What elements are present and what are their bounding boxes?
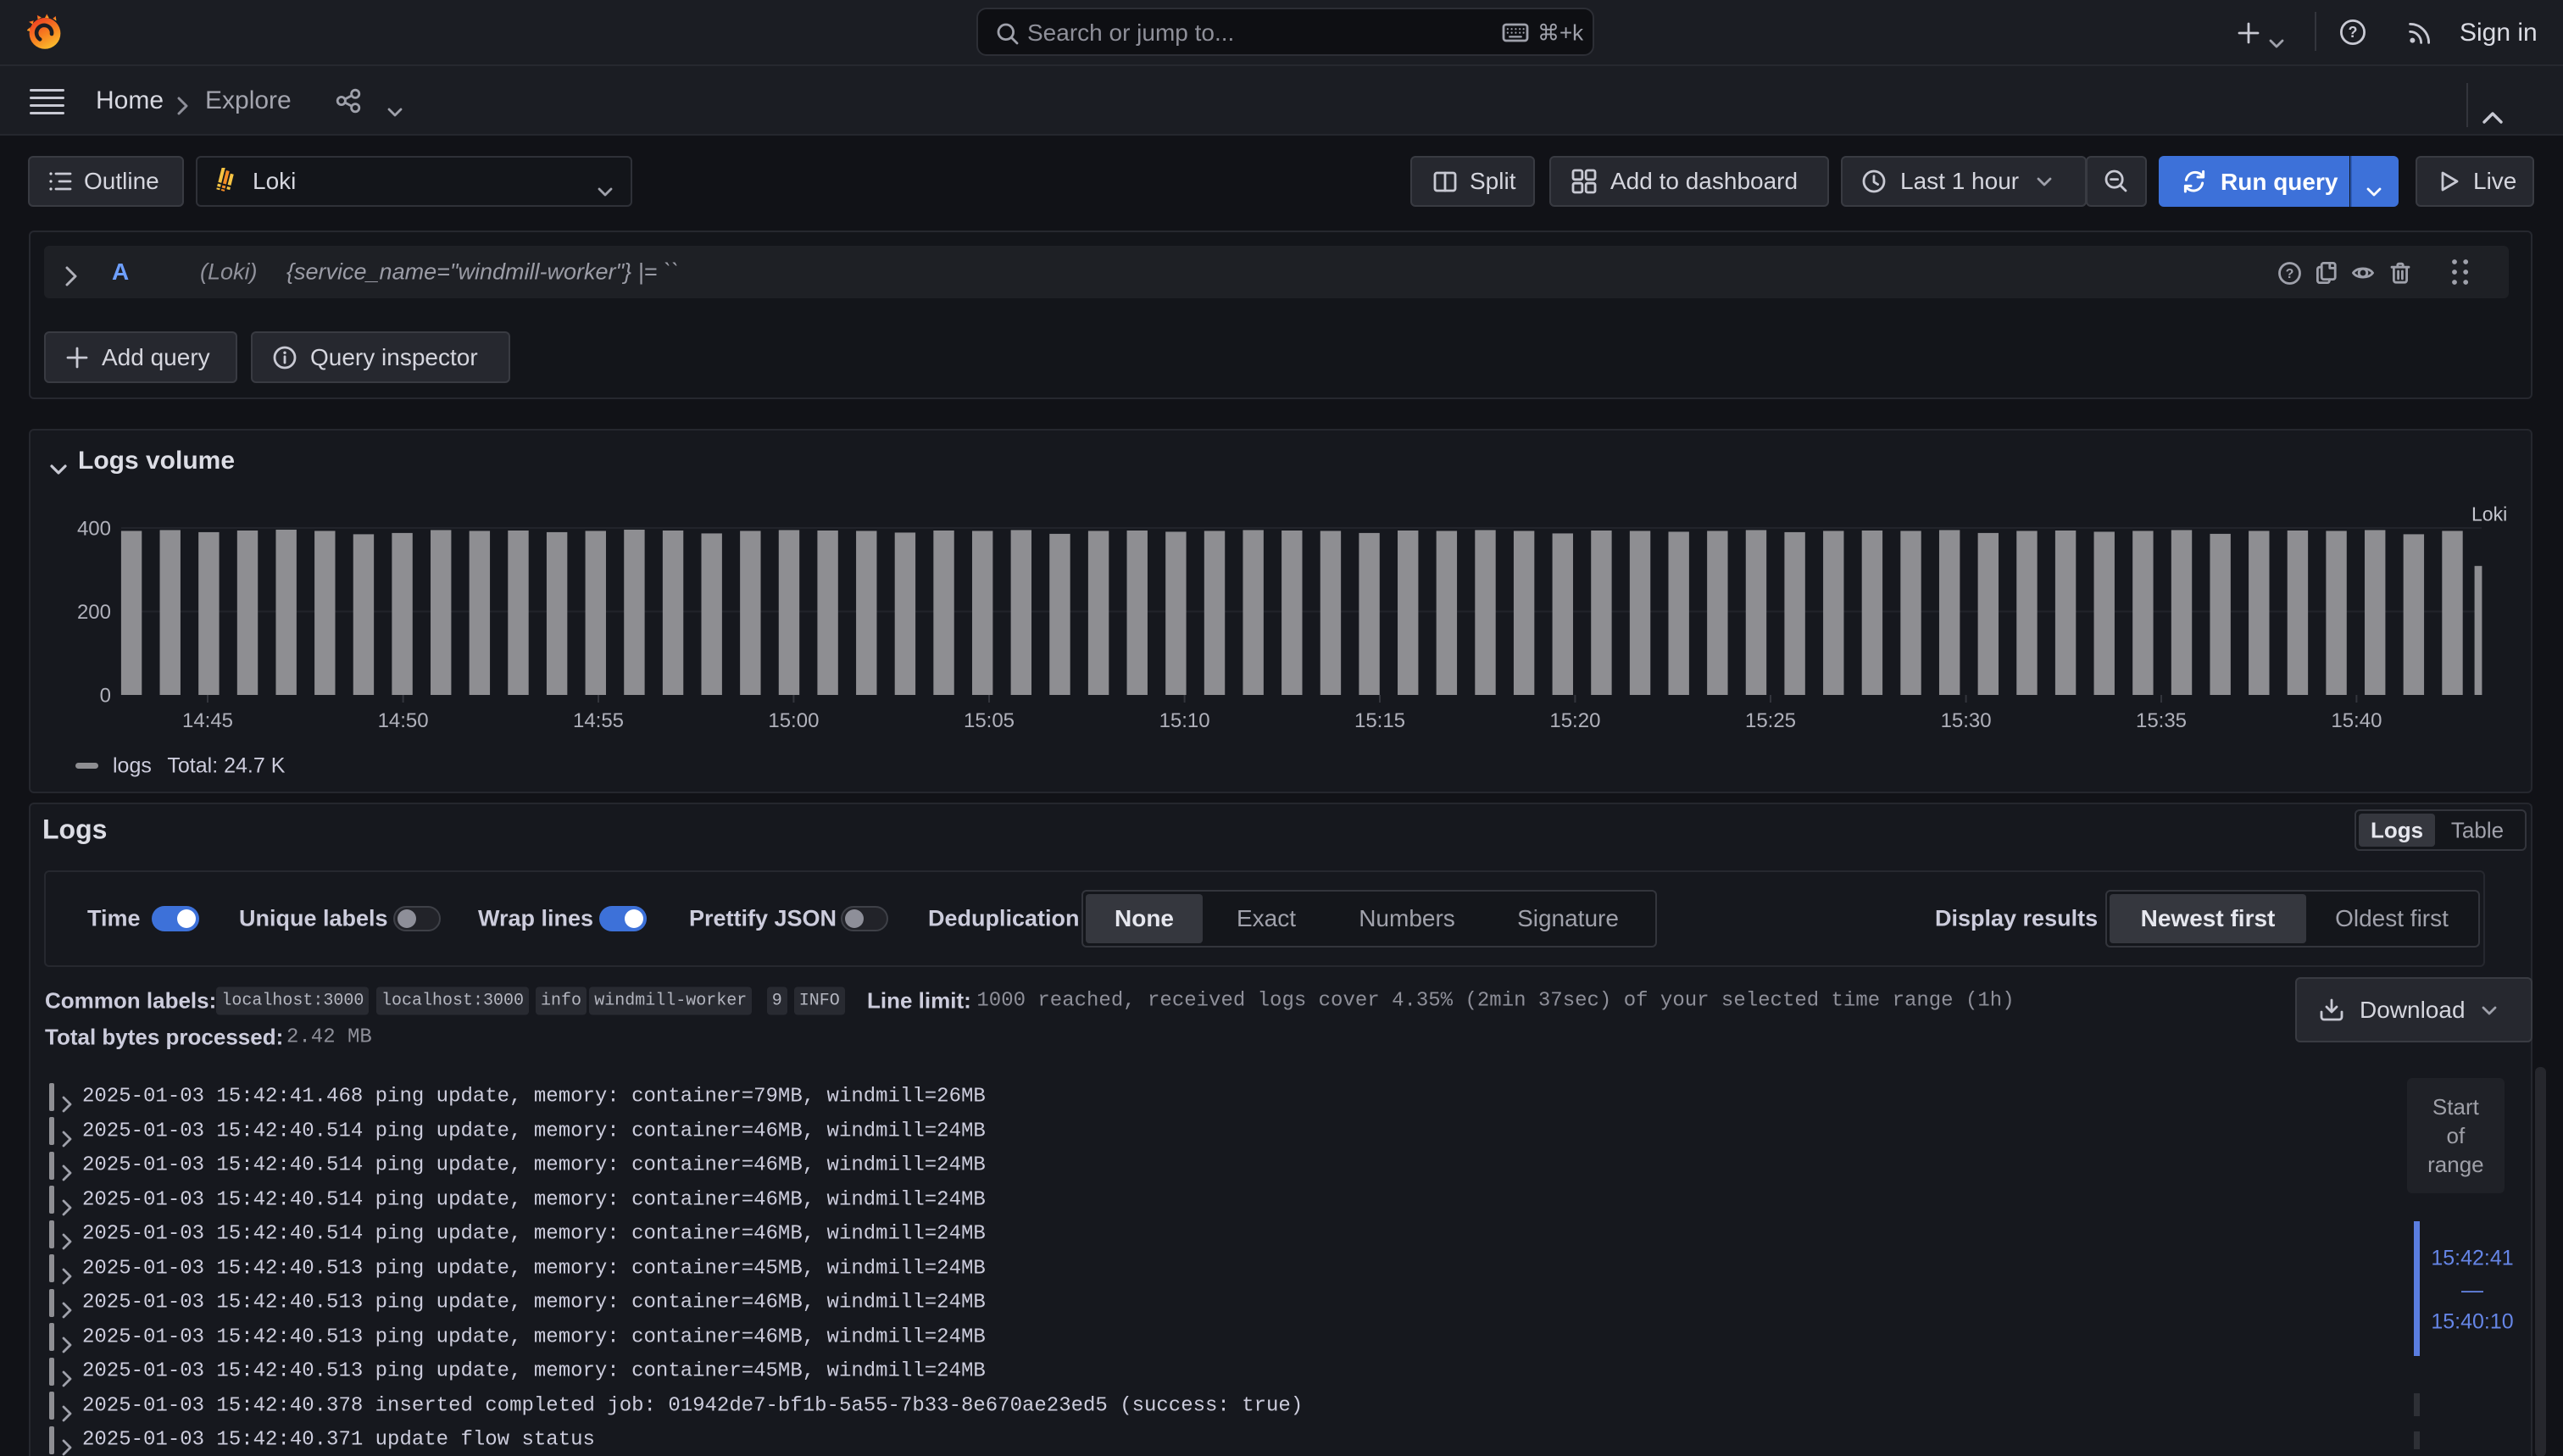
- svg-text:200: 200: [77, 601, 111, 624]
- svg-text:0: 0: [100, 684, 111, 707]
- svg-text:15:30: 15:30: [1941, 709, 1992, 732]
- svg-text:15:35: 15:35: [2136, 709, 2187, 732]
- svg-text:15:15: 15:15: [1354, 709, 1405, 732]
- svg-text:14:45: 14:45: [182, 709, 233, 732]
- svg-text:14:55: 14:55: [573, 709, 624, 732]
- svg-text:15:25: 15:25: [1745, 709, 1796, 732]
- svg-text:15:10: 15:10: [1159, 709, 1210, 732]
- svg-text:15:05: 15:05: [964, 709, 1015, 732]
- svg-text:15:40: 15:40: [2331, 709, 2382, 732]
- svg-text:?: ?: [2349, 24, 2358, 41]
- svg-text:15:20: 15:20: [1549, 709, 1600, 732]
- svg-text:400: 400: [77, 517, 111, 540]
- svg-text:?: ?: [2286, 267, 2294, 281]
- svg-text:14:50: 14:50: [378, 709, 429, 732]
- svg-text:15:00: 15:00: [768, 709, 819, 732]
